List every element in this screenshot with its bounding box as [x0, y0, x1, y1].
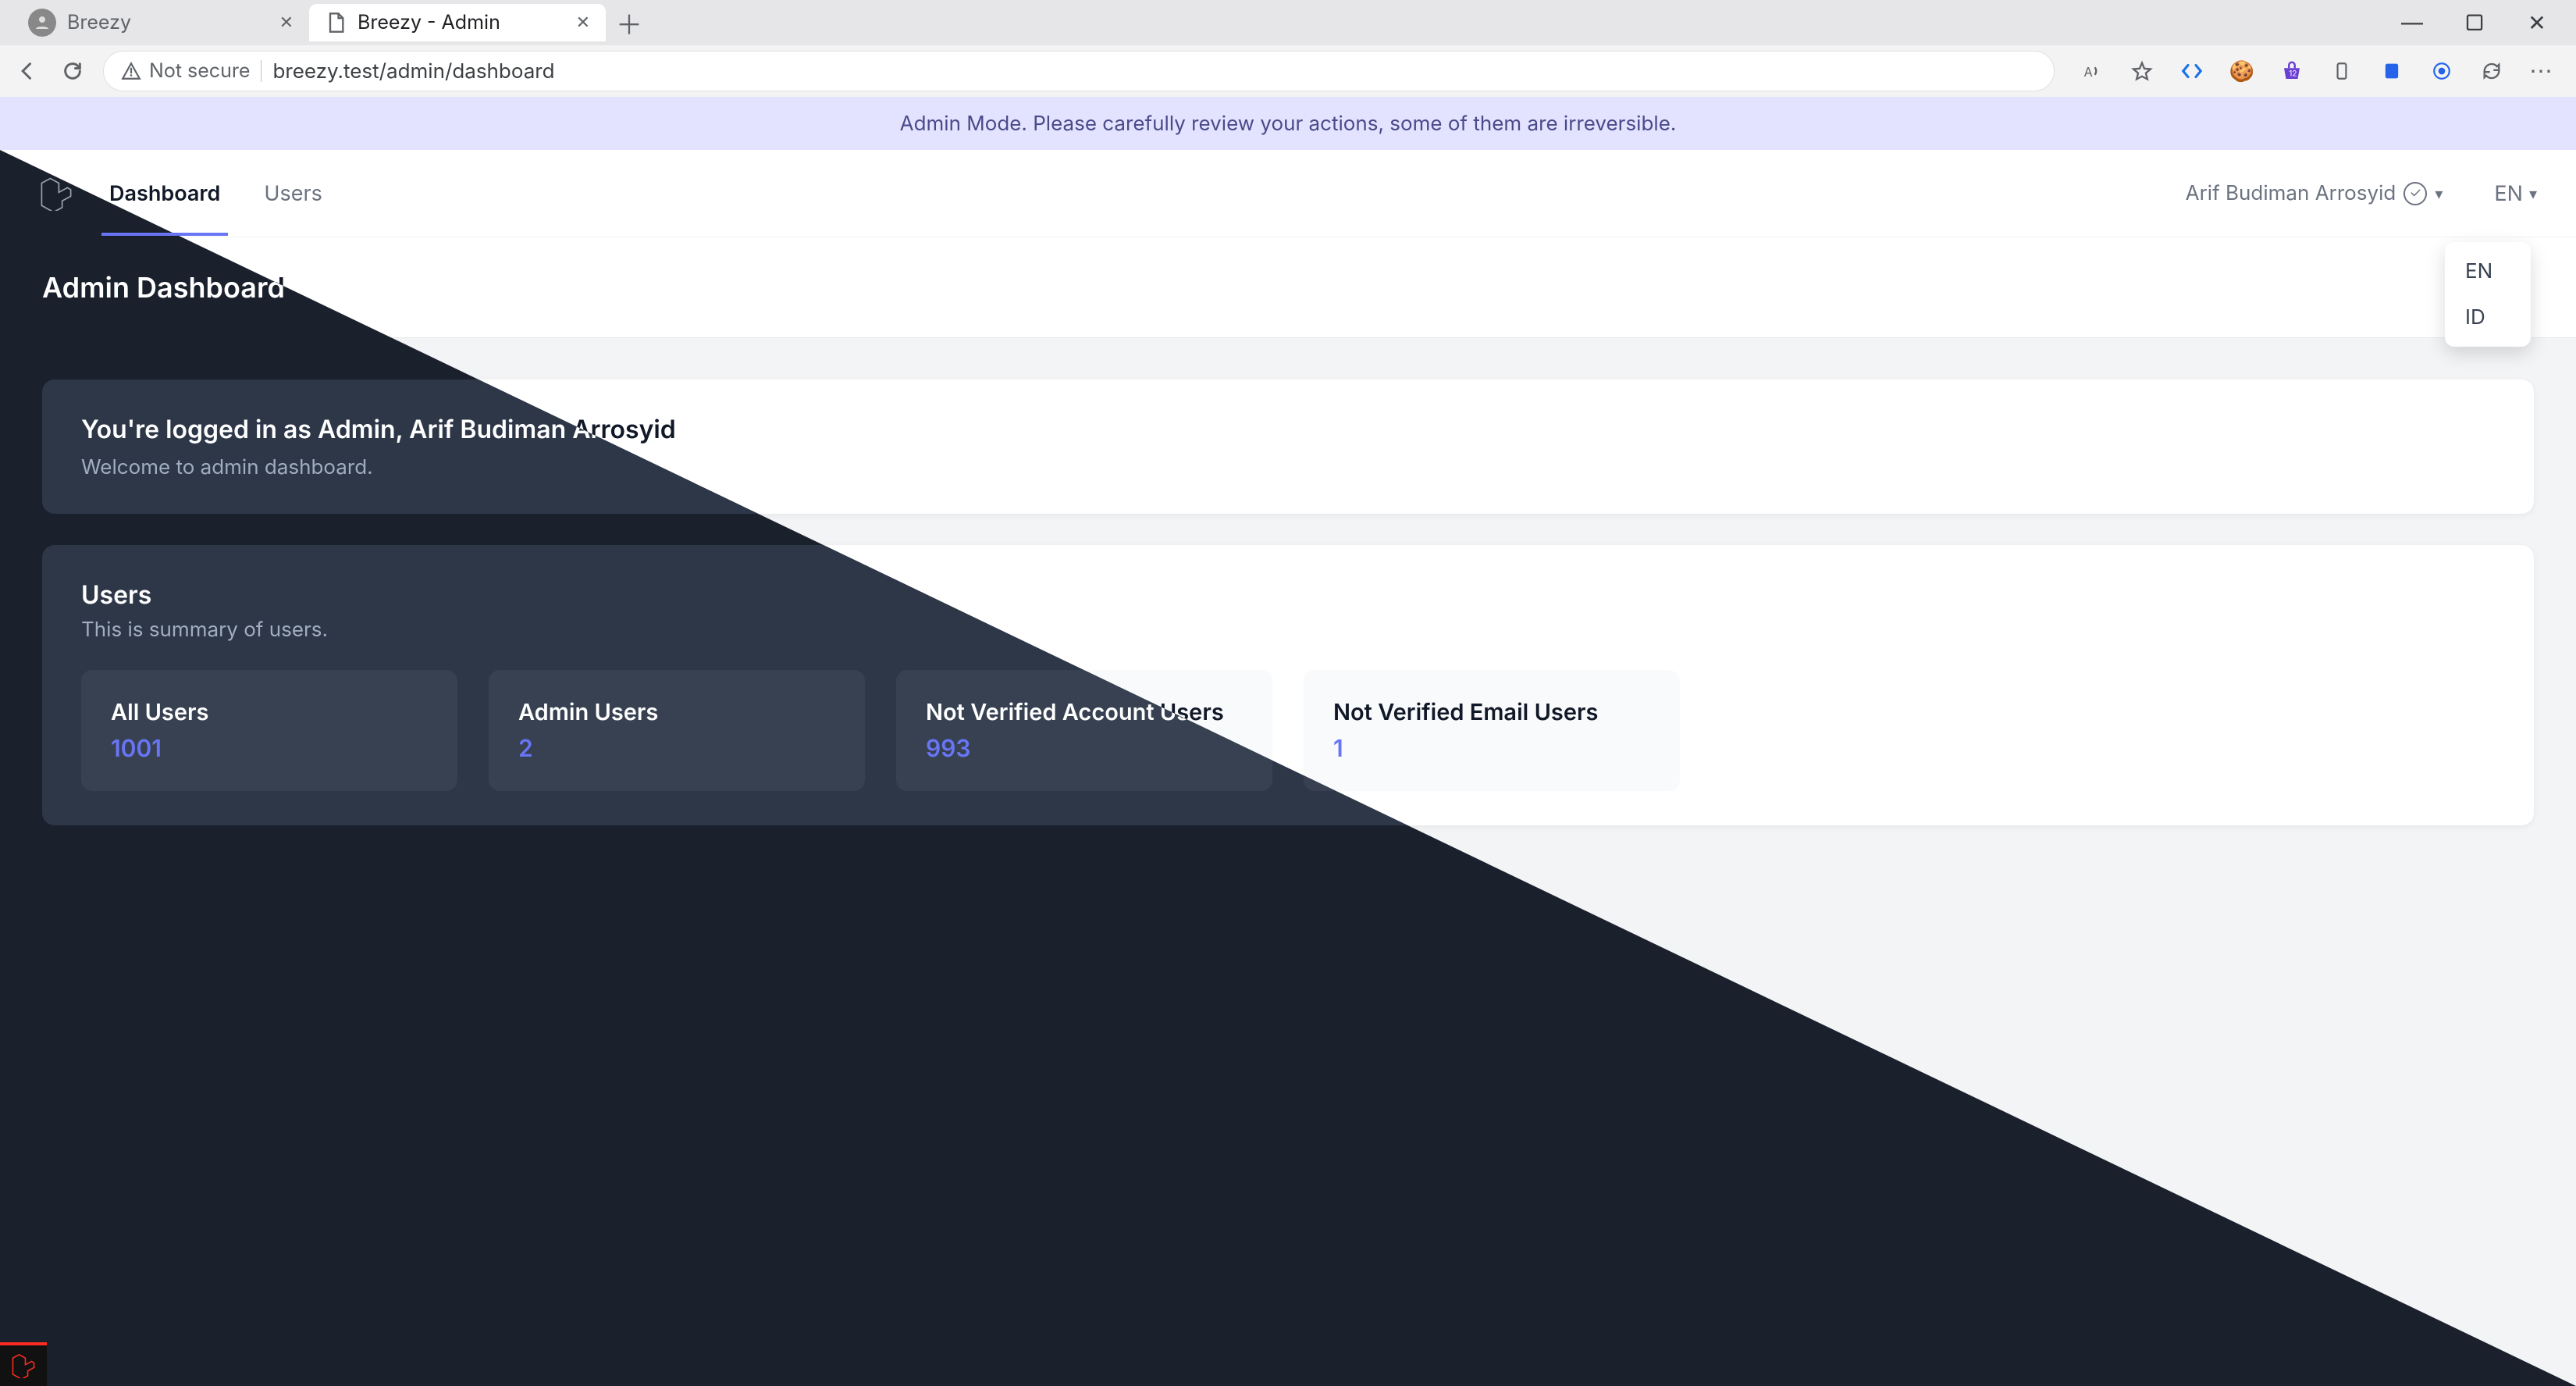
option-label: ID — [2465, 305, 2485, 330]
admin-mode-banner: Admin Mode. Please carefully review your… — [0, 97, 2576, 150]
devtools-icon[interactable] — [2178, 57, 2206, 85]
svg-text:A: A — [2084, 64, 2093, 80]
chevron-down-icon: ▾ — [2435, 184, 2443, 203]
browser-tab-active[interactable]: Breezy - Admin ✕ — [309, 4, 606, 41]
stat-card-all-users[interactable]: All Users 1001 — [81, 670, 457, 791]
language-menu[interactable]: EN ▾ — [2494, 180, 2537, 206]
record-icon[interactable] — [2428, 57, 2456, 85]
maximize-icon[interactable]: ▢ — [2459, 7, 2490, 38]
warning-icon — [121, 61, 141, 81]
user-menu[interactable]: Arif Budiman Arrosyid ✓ ▾ — [2186, 181, 2443, 205]
tab-title: Breezy — [67, 11, 131, 34]
card-value: 1 — [1333, 735, 1650, 763]
tab-title: Breezy - Admin — [358, 11, 500, 34]
card-value: 2 — [518, 735, 835, 763]
nav-link-users[interactable]: Users — [256, 151, 330, 236]
banner-text: Admin Mode. Please carefully review your… — [900, 112, 1677, 136]
minimize-icon[interactable]: — — [2396, 7, 2428, 38]
close-icon[interactable]: ✕ — [279, 12, 294, 33]
card-title: Admin Users — [518, 698, 835, 725]
card-title: Not Verified Email Users — [1333, 698, 1650, 725]
laravel-debug-badge[interactable] — [0, 1342, 47, 1386]
shopping-icon[interactable]: 12 — [2278, 57, 2306, 85]
read-aloud-icon[interactable]: A — [2078, 57, 2106, 85]
browser-tab[interactable]: Breezy ✕ — [12, 4, 309, 41]
extension-icon[interactable]: 🍪 — [2228, 57, 2256, 85]
language-option-id[interactable]: ID — [2445, 294, 2531, 340]
language-option-en[interactable]: EN — [2445, 248, 2531, 294]
avatar-icon — [28, 9, 56, 37]
top-navigation: Dashboard Users Arif Budiman Arrosyid ✓ … — [0, 150, 2576, 237]
language-dropdown: EN ID — [2445, 242, 2531, 347]
page-title: Admin Dashboard — [42, 270, 285, 305]
back-icon[interactable] — [12, 56, 42, 86]
page: Dashboard Users Arif Budiman Arrosyid ✓ … — [0, 150, 2576, 1386]
close-icon[interactable]: ✕ — [576, 12, 590, 33]
new-tab-button[interactable]: ＋ — [614, 7, 645, 38]
sync-icon[interactable] — [2478, 57, 2506, 85]
address-bar: Not secure breezy.test/admin/dashboard A… — [0, 45, 2576, 97]
card-value: 993 — [926, 735, 1243, 763]
browser-menu-icon[interactable]: ⋯ — [2528, 57, 2556, 85]
user-name: Arif Budiman Arrosyid — [2186, 181, 2396, 205]
page-header: Admin Dashboard — [0, 237, 2576, 337]
url-input[interactable]: Not secure breezy.test/admin/dashboard — [103, 51, 2055, 91]
browser-chrome: Breezy ✕ Breezy - Admin ✕ ＋ — ▢ ✕ Not se… — [0, 0, 2576, 97]
card-value: 1001 — [111, 735, 428, 763]
verified-icon: ✓ — [2403, 182, 2427, 205]
divider — [261, 60, 262, 82]
mobile-icon[interactable] — [2328, 57, 2356, 85]
file-icon — [325, 12, 347, 34]
browser-tab-bar: Breezy ✕ Breezy - Admin ✕ ＋ — ▢ ✕ — [0, 0, 2576, 45]
stat-card-unverified-email[interactable]: Not Verified Email Users 1 — [1304, 670, 1680, 791]
insecure-badge[interactable]: Not secure — [121, 59, 250, 83]
nav-link-label: Dashboard — [109, 180, 220, 206]
notes-icon[interactable] — [2378, 57, 2406, 85]
option-label: EN — [2465, 259, 2492, 283]
svg-text:12: 12 — [2289, 69, 2297, 78]
window-controls: — ▢ ✕ — [2396, 7, 2576, 38]
chevron-down-icon: ▾ — [2529, 184, 2537, 203]
security-label: Not secure — [149, 59, 250, 83]
browser-actions: A 🍪 12 ⋯ — [2070, 57, 2564, 85]
refresh-icon[interactable] — [58, 56, 87, 86]
language-current: EN — [2494, 180, 2523, 206]
nav-link-label: Users — [264, 180, 322, 206]
stat-card-admin-users[interactable]: Admin Users 2 — [489, 670, 865, 791]
url-text: breezy.test/admin/dashboard — [272, 59, 554, 84]
close-window-icon[interactable]: ✕ — [2521, 7, 2553, 38]
card-title: All Users — [111, 698, 428, 725]
favorite-icon[interactable] — [2128, 57, 2156, 85]
